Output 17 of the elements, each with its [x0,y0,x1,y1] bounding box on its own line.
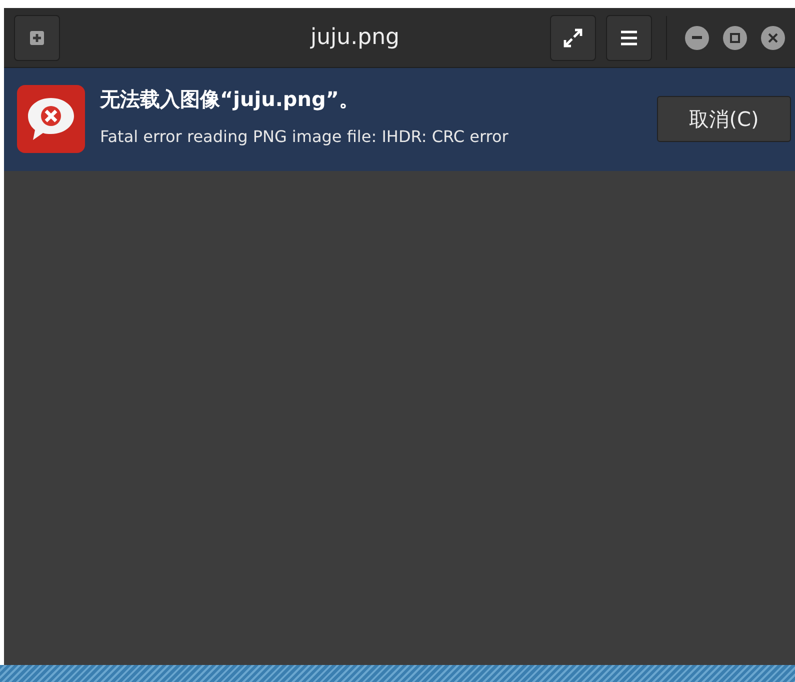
cancel-button[interactable]: 取消(C) [657,96,791,142]
maximize-button[interactable] [723,26,747,50]
error-icon [16,84,86,154]
square-icon [730,32,740,42]
menu-button[interactable] [606,14,652,60]
new-tab-button[interactable] [14,14,60,60]
error-title: 无法载入图像“juju.png”。 [100,86,360,113]
error-message: Fatal error reading PNG image file: IHDR: CRC error [100,127,510,146]
minimize-button[interactable] [685,26,709,50]
close-button[interactable] [761,26,785,50]
expand-icon [562,26,584,48]
window-title: juju.png [309,25,400,50]
close-icon [768,32,778,42]
plus-icon [30,30,44,44]
minus-icon [692,36,702,40]
menu-icon [621,30,637,46]
fullscreen-button[interactable] [550,14,596,60]
